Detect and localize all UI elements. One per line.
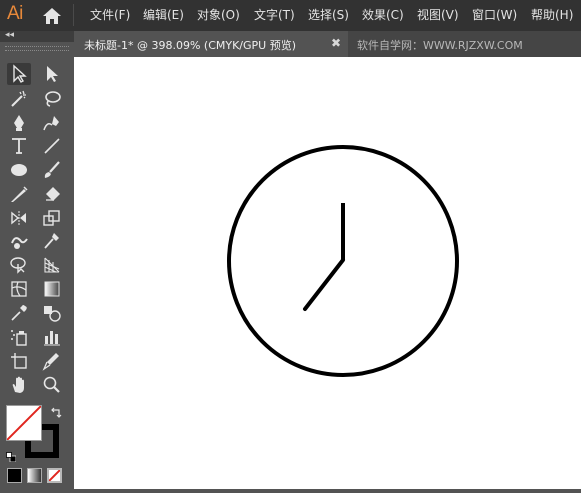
home-icon[interactable]: [41, 6, 63, 26]
lasso-tool-icon[interactable]: [40, 88, 64, 110]
artboard-canvas[interactable]: [74, 57, 581, 489]
symbol-sprayer-tool-icon[interactable]: [7, 326, 31, 348]
perspective-grid-tool-icon[interactable]: [40, 254, 64, 276]
puppet-warp-tool-icon[interactable]: [40, 230, 64, 252]
eyedropper-tool-icon[interactable]: [7, 302, 31, 324]
gradient-mode-button[interactable]: [27, 468, 42, 483]
menu-item-5[interactable]: 效果(C): [362, 6, 404, 23]
collapse-panel-icon[interactable]: ◂◂: [5, 30, 14, 40]
selection-tool-icon[interactable]: [7, 63, 31, 85]
warp-tool-icon[interactable]: [7, 230, 31, 252]
magic-wand-tool-icon[interactable]: [7, 88, 31, 110]
slice-tool-icon[interactable]: [40, 350, 64, 372]
rotate-tool-icon[interactable]: [7, 207, 31, 229]
menu-item-8[interactable]: 帮助(H): [531, 6, 573, 23]
menu-item-4[interactable]: 选择(S): [308, 6, 349, 23]
artboard-tool-icon[interactable]: [7, 350, 31, 372]
mesh-tool-icon[interactable]: [7, 278, 31, 300]
swap-fill-stroke-icon[interactable]: [50, 405, 63, 418]
none-mode-button[interactable]: [47, 468, 62, 483]
gradient-tool-icon[interactable]: [40, 278, 64, 300]
clock-hand-minute: [303, 258, 345, 311]
paintbrush-tool-icon[interactable]: [40, 159, 64, 181]
scale-tool-icon[interactable]: [40, 207, 64, 229]
blend-tool-icon[interactable]: [40, 302, 64, 324]
hand-tool-icon[interactable]: [7, 374, 31, 396]
default-fill-stroke-icon[interactable]: [6, 447, 17, 463]
clock-artwork[interactable]: [74, 57, 581, 489]
shape-builder-tool-icon[interactable]: [7, 254, 31, 276]
menu-divider: [73, 4, 74, 26]
ellipse-tool-icon[interactable]: [7, 159, 31, 181]
shaper-tool-icon[interactable]: [7, 183, 31, 205]
menu-item-3[interactable]: 文字(T): [254, 6, 295, 23]
menu-item-1[interactable]: 编辑(E): [143, 6, 184, 23]
tab-close-icon[interactable]: ✖: [331, 36, 341, 50]
tab-watermark-label: 软件自学网：WWW.RJZXW.COM: [357, 39, 523, 52]
color-mode-button[interactable]: [7, 468, 22, 483]
direct-selection-tool-icon[interactable]: [40, 63, 64, 85]
tab-untitled-1-label: 未标题-1* @ 398.09% (CMYK/GPU 预览): [84, 39, 296, 52]
column-graph-tool-icon[interactable]: [40, 326, 64, 348]
app-logo: Ai: [7, 3, 23, 24]
fill-swatch[interactable]: [6, 405, 42, 441]
menu-item-2[interactable]: 对象(O): [197, 6, 240, 23]
eraser-tool-icon[interactable]: [40, 183, 64, 205]
menu-item-0[interactable]: 文件(F): [90, 6, 130, 23]
pen-tool-icon[interactable]: [7, 112, 31, 134]
menu-item-6[interactable]: 视图(V): [417, 6, 459, 23]
panel-grip[interactable]: [5, 46, 69, 51]
type-tool-icon[interactable]: [7, 135, 31, 157]
menu-item-7[interactable]: 窗口(W): [472, 6, 517, 23]
curvature-tool-icon[interactable]: [40, 112, 64, 134]
line-segment-tool-icon[interactable]: [40, 135, 64, 157]
zoom-tool-icon[interactable]: [40, 374, 64, 396]
